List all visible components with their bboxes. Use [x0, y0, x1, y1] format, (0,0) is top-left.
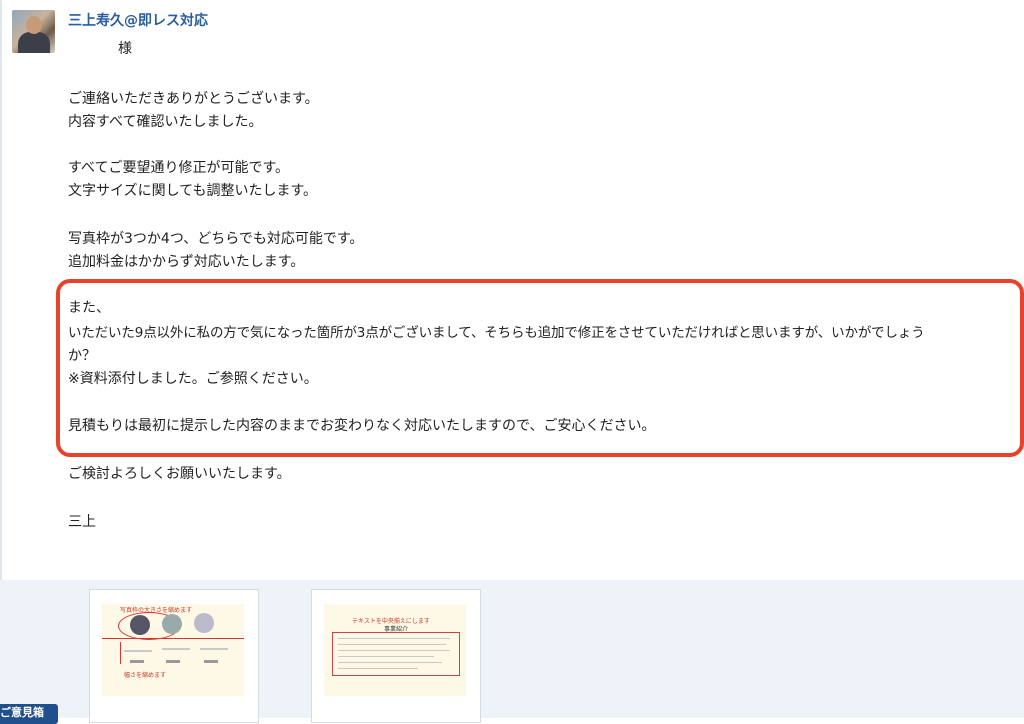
grey-button [166, 660, 180, 663]
message-line: また、 [68, 300, 110, 316]
message-line: 文字サイズに関しても調整いたします。 [68, 183, 318, 199]
attachment-preview-caption: 幅さを縮めます [124, 672, 167, 679]
attachment-thumbnail[interactable]: テキストを中央揃えにします 事業紹介 [311, 589, 481, 723]
salutation: 様 [118, 41, 132, 57]
attachment-preview: 写真枠の大きさを縮めます 幅さを縮めます [102, 604, 244, 696]
grey-button [204, 660, 218, 663]
message-line: ご検討よろしくお願いいたします。 [68, 466, 291, 482]
text-line [338, 638, 450, 639]
feedback-tab[interactable]: ご意見箱 [0, 704, 58, 724]
attachment-preview: テキストを中央揃えにします 事業紹介 [324, 604, 466, 696]
photo-circle [162, 614, 182, 634]
message-line: か？ [68, 348, 96, 364]
text-line [200, 648, 228, 650]
photo-circle [130, 615, 150, 635]
avatar-head [26, 16, 42, 34]
message-signature: 三上 [68, 514, 96, 530]
text-line [338, 662, 442, 663]
attachment-thumbnail[interactable]: 写真枠の大きさを縮めます 幅さを縮めます [89, 589, 259, 723]
photo-circle [194, 613, 214, 633]
sender-name[interactable]: 三上寿久@即レス対応 [68, 10, 208, 30]
text-line [124, 650, 152, 652]
text-line [338, 644, 446, 645]
message-line: 写真枠が3つか4つ、どちらでも対応可能です。 [68, 231, 364, 247]
red-divider [102, 638, 244, 639]
text-line [162, 648, 190, 650]
text-line [338, 656, 434, 657]
message-line: すべてご要望通り修正が可能です。 [68, 160, 290, 176]
sender-avatar[interactable] [12, 10, 55, 53]
message-line: 追加料金はかからず対応いたします。 [68, 254, 305, 270]
message-line: 見積もりは最初に提示した内容のままでお変わりなく対応いたしますので、ご安心くださ… [68, 418, 656, 434]
message-line: いただいた9点以外に私の方で気になった箇所が3点がございまして、そちらも追加で修… [68, 325, 925, 341]
text-line [338, 668, 418, 669]
message-line: ※資料添付しました。ご参照ください。 [68, 371, 318, 387]
red-arrow [120, 642, 121, 664]
grey-button [130, 660, 144, 663]
text-line [338, 650, 450, 651]
avatar-body [18, 32, 50, 53]
message-line: 内容すべて確認いたしました。 [68, 114, 263, 130]
left-rule [0, 0, 2, 580]
message-line: ご連絡いただきありがとうございます。 [68, 91, 319, 107]
